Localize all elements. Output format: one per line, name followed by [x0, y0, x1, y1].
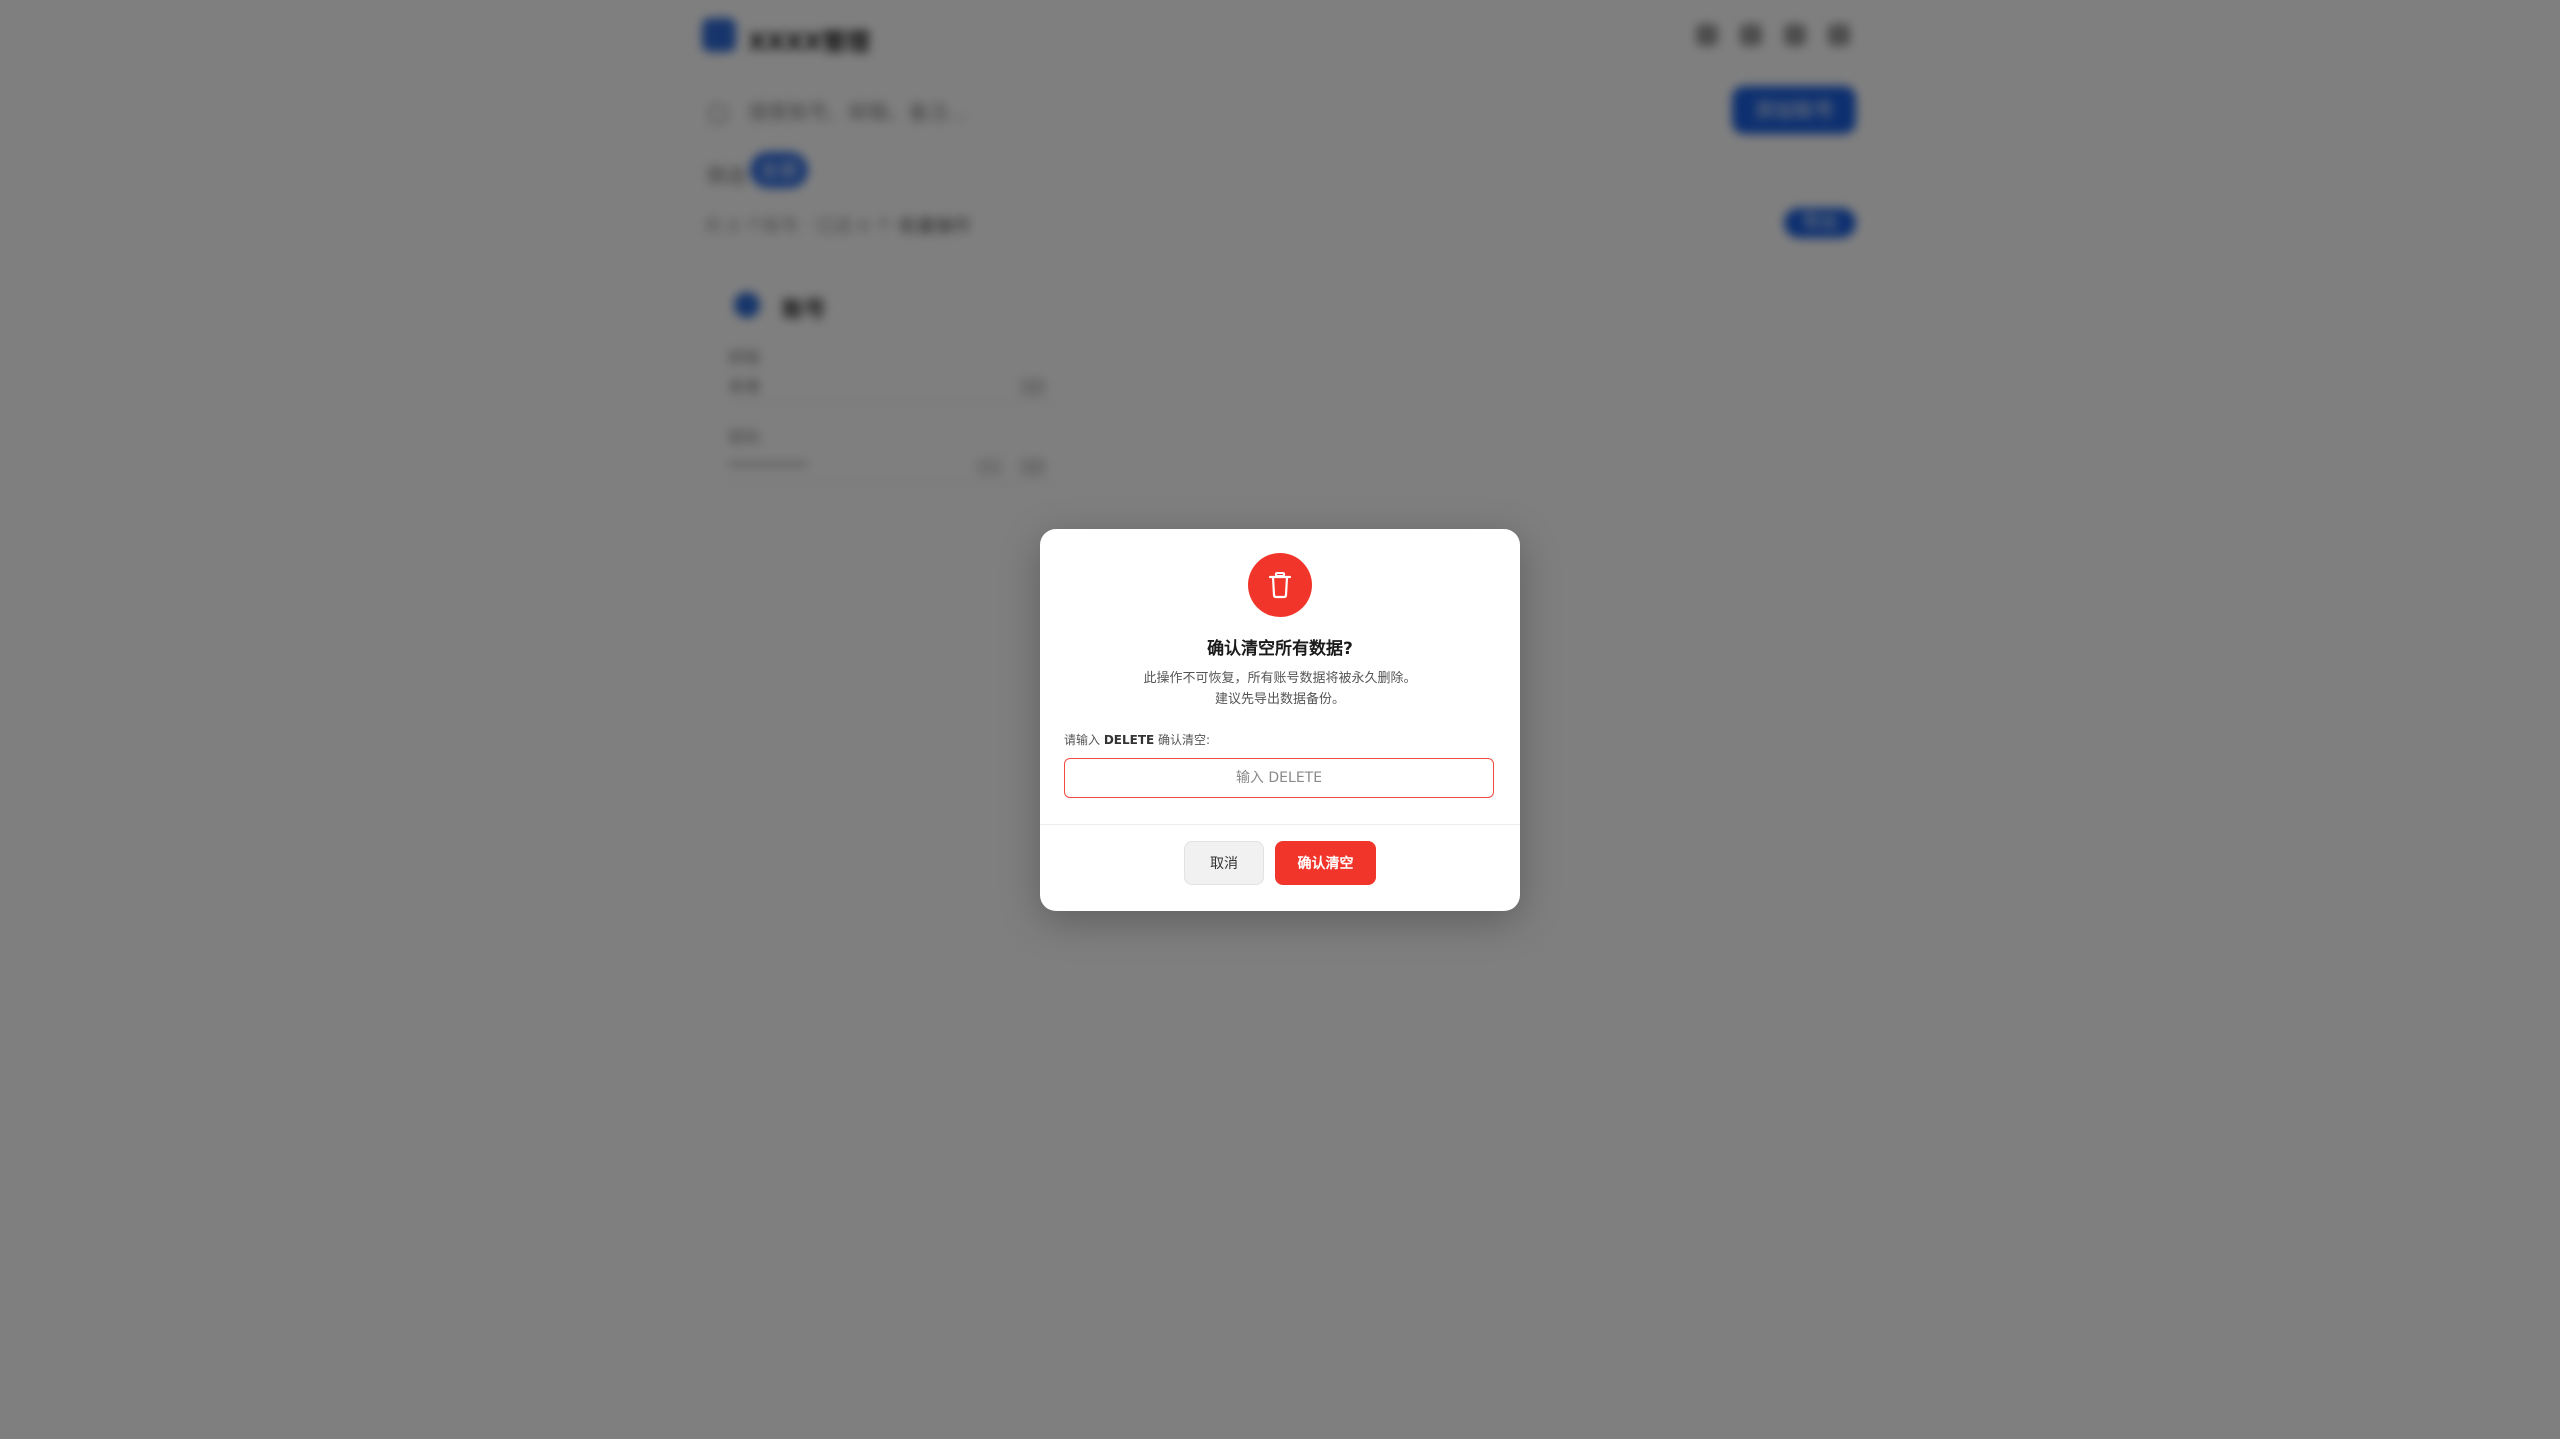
confirm-clear-dialog: 确认清空所有数据? 此操作不可恢复，所有账号数据将被永久删除。 建议先导出数据备… — [1040, 529, 1520, 911]
confirm-clear-button[interactable]: 确认清空 — [1275, 841, 1376, 885]
confirm-prompt: 请输入 DELETE 确认清空: — [1064, 731, 1210, 748]
cancel-button[interactable]: 取消 — [1184, 841, 1264, 885]
dialog-title: 确认清空所有数据? — [1207, 639, 1353, 659]
delete-confirm-input[interactable] — [1064, 758, 1494, 798]
dialog-divider — [1040, 824, 1520, 825]
prompt-keyword: DELETE — [1103, 733, 1155, 747]
prompt-prefix: 请输入 — [1064, 733, 1104, 747]
dialog-backup-hint: 建议先导出数据备份。 — [1214, 692, 1345, 707]
dialog-description: 此操作不可恢复，所有账号数据将被永久删除。 建议先导出数据备份。 — [1040, 668, 1520, 710]
dialog-warning-line: 此操作不可恢复，所有账号数据将被永久删除。 — [1143, 671, 1417, 686]
prompt-suffix: 确认清空: — [1154, 733, 1211, 747]
trash-icon — [1248, 553, 1312, 617]
